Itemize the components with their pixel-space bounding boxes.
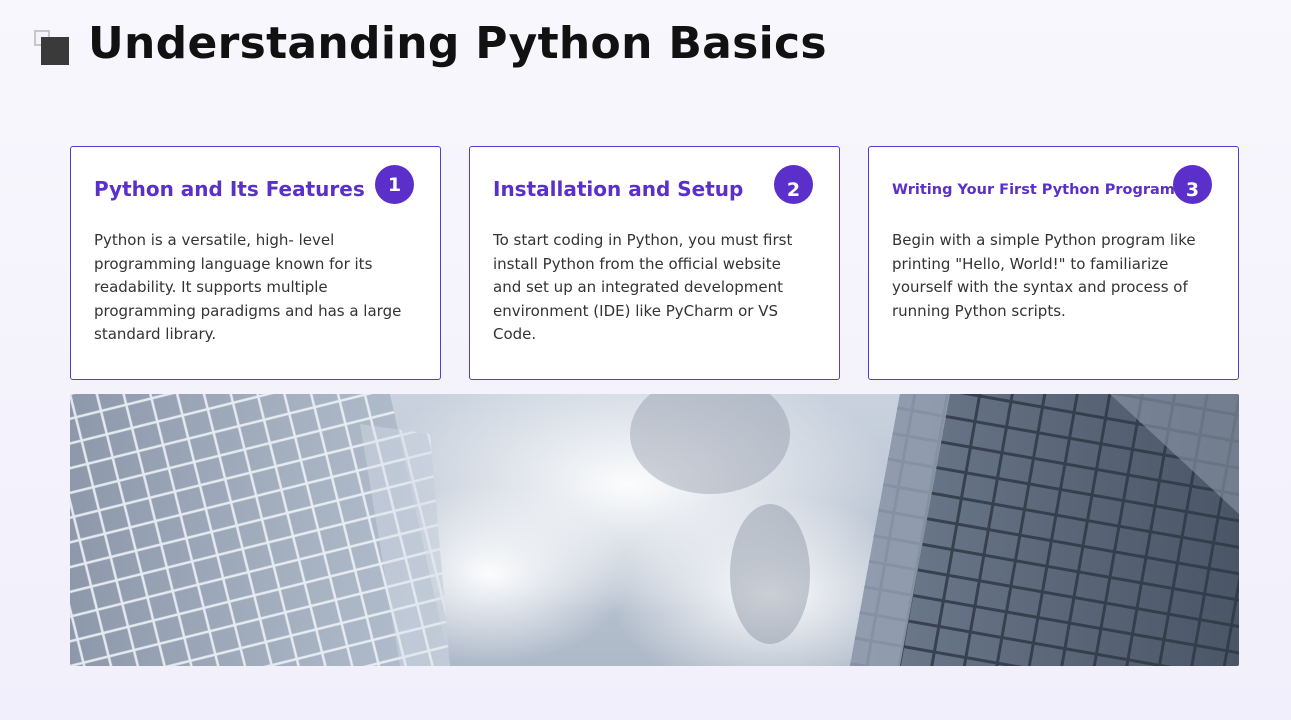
skyscrapers-sky-photo [70,394,1239,666]
page-title: Understanding Python Basics [88,18,827,69]
card-number-badge: 3 [1173,165,1212,204]
card-title: Installation and Setup [493,177,744,201]
card-body: Begin with a simple Python program like … [892,231,1196,320]
card-title: Python and Its Features [94,177,365,201]
slide-square-icon [34,30,70,66]
card-python-features: Python and Its Features 1 Python is a ve… [70,146,441,380]
card-first-program: Writing Your First Python Program 3 Begi… [868,146,1239,380]
card-number-badge: 2 [774,165,813,204]
card-body: To start coding in Python, you must firs… [493,231,793,343]
card-number-badge: 1 [375,165,414,204]
card-body: Python is a versatile, high- level progr… [94,231,402,343]
card-installation-setup: Installation and Setup 2 To start coding… [469,146,840,380]
card-title: Writing Your First Python Program [892,182,1175,198]
